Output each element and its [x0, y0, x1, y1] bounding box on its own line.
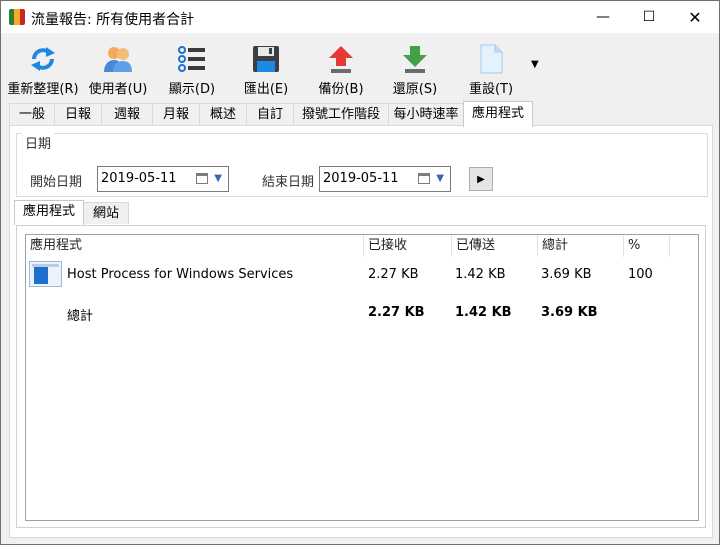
- calendar-icon: [418, 173, 430, 184]
- title-bar[interactable]: 流量報告: 所有使用者合計 — ☐ ✕: [1, 1, 719, 33]
- restore-button[interactable]: 還原(S): [385, 41, 445, 97]
- tab-dialup-sessions[interactable]: 撥號工作階段: [293, 103, 389, 125]
- tab-monthly[interactable]: 月報: [152, 103, 200, 125]
- reset-button[interactable]: 重設(T): [461, 41, 521, 97]
- total-cell: 3.69 KB: [541, 267, 592, 282]
- column-header-received[interactable]: 已接收: [364, 235, 452, 257]
- export-label: 匯出(E): [243, 82, 289, 97]
- apply-date-button[interactable]: ▶: [469, 167, 493, 191]
- dropdown-arrow-icon: ▼: [436, 173, 444, 184]
- start-date-picker[interactable]: 2019-05-11 ▼: [97, 166, 229, 192]
- tab-summary[interactable]: 概述: [199, 103, 247, 125]
- app-icon: [9, 9, 25, 25]
- refresh-icon: [27, 43, 59, 75]
- backup-label: 備份(B): [318, 82, 364, 97]
- tab-content: 日期 開始日期 2019-05-11 ▼ 結束日期 2019-05-11 ▼ ▶…: [9, 125, 713, 538]
- window-title: 流量報告: 所有使用者合計: [31, 12, 195, 28]
- column-header-total[interactable]: 總計: [538, 235, 624, 257]
- chevron-down-icon: ▼: [531, 59, 539, 70]
- subtab-websites[interactable]: 網站: [83, 202, 129, 224]
- window-app-icon: [29, 261, 62, 287]
- application-table[interactable]: 應用程式 已接收 已傳送 總計 % Host Process for Windo…: [25, 234, 699, 521]
- save-disk-icon: [250, 43, 282, 75]
- end-date-label: 結束日期: [262, 175, 315, 190]
- toolbar-more-button[interactable]: ▼: [531, 59, 539, 70]
- display-label: 顯示(D): [168, 82, 216, 97]
- refresh-button[interactable]: 重新整理(R): [5, 41, 81, 97]
- column-header-sent[interactable]: 已傳送: [452, 235, 538, 257]
- tab-applications[interactable]: 應用程式: [463, 101, 533, 127]
- end-date-picker[interactable]: 2019-05-11 ▼: [319, 166, 451, 192]
- backup-upload-icon: [325, 43, 357, 75]
- maximize-icon: ☐: [642, 9, 656, 25]
- minimize-button[interactable]: —: [580, 1, 626, 33]
- end-date-value: 2019-05-11: [323, 171, 399, 186]
- tab-weekly[interactable]: 週報: [101, 103, 153, 125]
- users-label: 使用者(U): [88, 82, 148, 97]
- minimize-icon: —: [596, 9, 610, 25]
- subtab-applications[interactable]: 應用程式: [14, 200, 84, 225]
- close-button[interactable]: ✕: [672, 1, 718, 33]
- app-name-cell: Host Process for Windows Services: [67, 267, 294, 282]
- received-cell: 2.27 KB: [368, 267, 419, 282]
- close-icon: ✕: [688, 7, 702, 27]
- display-button[interactable]: 顯示(D): [161, 41, 223, 97]
- document-reset-icon: [475, 43, 507, 75]
- export-button[interactable]: 匯出(E): [237, 41, 295, 97]
- percent-cell: 100: [628, 267, 653, 282]
- tab-custom[interactable]: 自訂: [246, 103, 294, 125]
- tab-daily[interactable]: 日報: [54, 103, 102, 125]
- backup-button[interactable]: 備份(B): [311, 41, 371, 97]
- users-button[interactable]: 使用者(U): [85, 41, 151, 97]
- tab-hourly-rate[interactable]: 每小時速率: [388, 103, 464, 125]
- column-header-application[interactable]: 應用程式: [26, 235, 364, 257]
- grid-panel: 應用程式 已接收 已傳送 總計 % Host Process for Windo…: [16, 225, 706, 528]
- restore-label: 還原(S): [392, 82, 438, 97]
- users-icon: [102, 43, 134, 75]
- column-header-percent[interactable]: %: [624, 235, 670, 257]
- date-group-title: 日期: [22, 133, 55, 152]
- calendar-icon: [196, 173, 208, 184]
- total-row-label: 總計: [67, 309, 94, 324]
- report-window: 流量報告: 所有使用者合計 — ☐ ✕ 重新整理(R) 使用者(U) 顯示(D)…: [0, 0, 720, 545]
- refresh-label: 重新整理(R): [7, 82, 79, 97]
- start-date-label: 開始日期: [30, 175, 83, 190]
- dropdown-arrow-icon: ▼: [214, 173, 222, 184]
- total-total: 3.69 KB: [541, 305, 598, 320]
- date-range-group: 日期 開始日期 2019-05-11 ▼ 結束日期 2019-05-11 ▼ ▶: [16, 133, 708, 197]
- toolbar: 重新整理(R) 使用者(U) 顯示(D) 匯出(E) 備份(B) 還原(S) 重…: [1, 33, 719, 101]
- total-sent: 1.42 KB: [455, 305, 512, 320]
- maximize-button[interactable]: ☐: [626, 1, 672, 33]
- sent-cell: 1.42 KB: [455, 267, 506, 282]
- reset-label: 重設(T): [468, 82, 514, 97]
- start-date-value: 2019-05-11: [101, 171, 177, 186]
- display-list-icon: [176, 43, 208, 75]
- play-arrow-icon: ▶: [477, 173, 485, 185]
- total-received: 2.27 KB: [368, 305, 425, 320]
- restore-download-icon: [399, 43, 431, 75]
- tab-general[interactable]: 一般: [9, 103, 55, 125]
